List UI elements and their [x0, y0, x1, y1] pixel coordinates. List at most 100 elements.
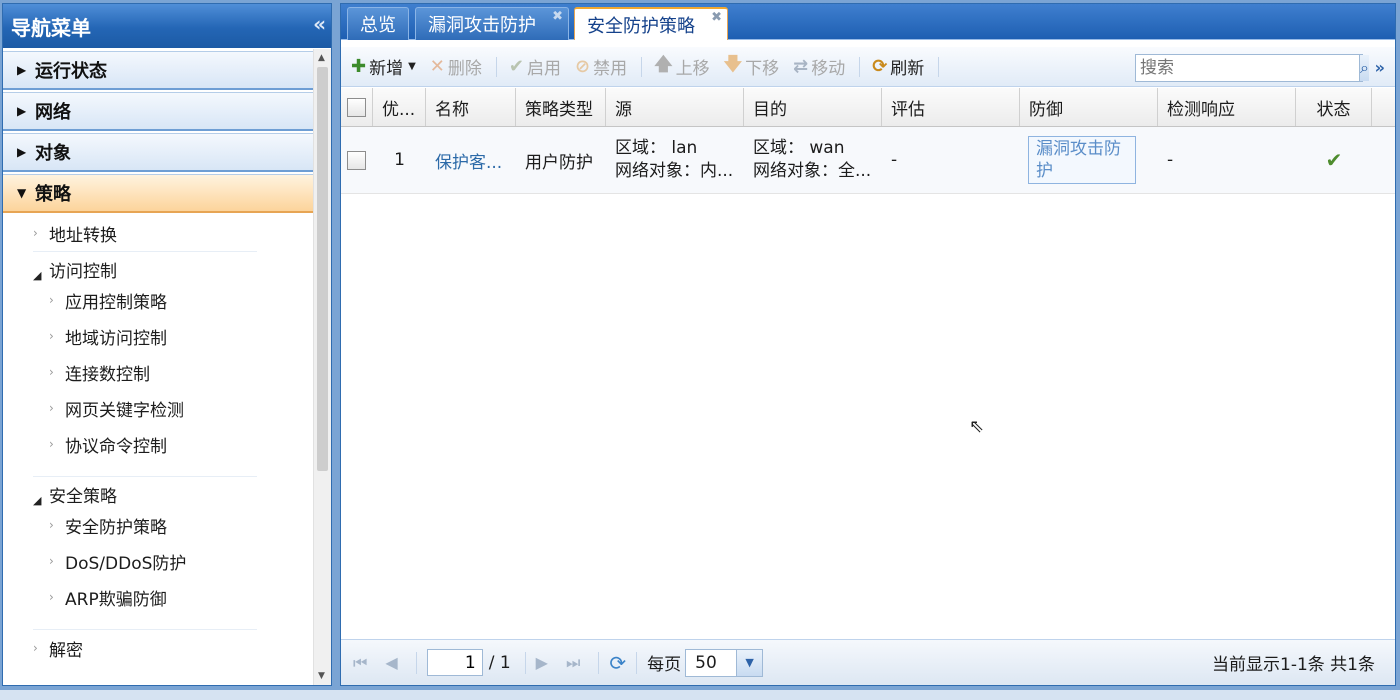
- toolbar-separator: [859, 56, 861, 77]
- page-size-select[interactable]: 50 ▼: [685, 648, 764, 677]
- cell-name: 保护客...: [426, 127, 516, 193]
- col-name[interactable]: 名称: [426, 88, 516, 126]
- table-row[interactable]: 1 保护客... 用户防护 区域： lan 网络对象：内... 区域： wan …: [341, 127, 1395, 194]
- total-pages: / 1: [488, 652, 511, 673]
- collapse-icon[interactable]: «: [313, 12, 326, 36]
- nav-group-security-policy[interactable]: ◢ 安全策略: [3, 477, 315, 507]
- move-down-button[interactable]: 🡇 下移: [724, 52, 780, 82]
- tab-vuln-protection[interactable]: 漏洞攻击防护 ✖: [415, 7, 569, 40]
- col-destination[interactable]: 目的: [744, 88, 882, 126]
- scrollbar-thumb[interactable]: [317, 67, 328, 471]
- status-enabled-icon[interactable]: ✔: [1326, 148, 1343, 172]
- search-input[interactable]: [1136, 55, 1359, 81]
- page-number-input[interactable]: [426, 649, 483, 676]
- disable-label: 禁用: [593, 59, 628, 79]
- nav-item-label: 地址转换: [49, 225, 117, 246]
- enable-button[interactable]: ✔ 启用: [509, 54, 561, 79]
- nav-item-security-protection[interactable]: › 安全防护策略: [3, 507, 315, 543]
- mouse-cursor-icon: ⇖: [969, 416, 985, 437]
- row-select-cell: [341, 127, 373, 193]
- move-up-label: 上移: [675, 59, 710, 79]
- col-status[interactable]: 状态: [1296, 88, 1372, 126]
- policy-name-link[interactable]: 保护客...: [435, 148, 502, 173]
- col-defense[interactable]: 防御: [1020, 88, 1158, 126]
- tab-security-policy[interactable]: 安全防护策略 ✖: [574, 7, 728, 40]
- pagination-bar: ⏮ ◀ / 1 ▶ ⏭ ⟳ 每页 50 ▼ 当前显示1-1条 共1条: [341, 639, 1395, 685]
- row-checkbox[interactable]: [347, 150, 366, 170]
- chevron-right-icon: ›: [49, 365, 54, 379]
- refresh-button[interactable]: ⟳ 刷新: [872, 54, 924, 79]
- next-page-icon[interactable]: ▶: [536, 653, 548, 672]
- pager-separator: [636, 651, 638, 674]
- col-type[interactable]: 策略类型: [516, 88, 606, 126]
- tab-overview[interactable]: 总览: [347, 7, 409, 40]
- add-label: 新增: [369, 59, 404, 79]
- nav-item-nat[interactable]: › 地址转换: [3, 215, 315, 251]
- col-detect[interactable]: 检测响应: [1158, 88, 1296, 126]
- enable-label: 启用: [526, 59, 561, 79]
- source-object: 网络对象：内...: [615, 161, 734, 181]
- caret-right-icon: ▶: [17, 145, 27, 159]
- nav-section-label: 运行状态: [35, 61, 107, 82]
- nav-section-policy[interactable]: ▼ 策略: [3, 174, 315, 213]
- col-priority[interactable]: 优...: [373, 88, 426, 126]
- add-button[interactable]: ✚ 新增 ▼: [351, 54, 416, 79]
- nav-section-label: 网络: [35, 102, 71, 123]
- disable-button[interactable]: ⊘ 禁用: [575, 54, 627, 79]
- nav-section-objects[interactable]: ▶ 对象: [3, 133, 315, 172]
- page-size-value: 50: [695, 652, 717, 673]
- select-all-checkbox[interactable]: [347, 97, 366, 117]
- chevron-right-icon: ›: [49, 518, 54, 532]
- nav-item-label: 协议命令控制: [65, 436, 167, 457]
- cell-detect: -: [1167, 150, 1174, 170]
- nav-item-arp[interactable]: › ARP欺骗防御: [3, 579, 315, 615]
- dropdown-arrow-icon: ▼: [408, 61, 416, 72]
- nav-item-connection-limit[interactable]: › 连接数控制: [3, 354, 315, 390]
- arrow-down-icon: 🡇: [723, 53, 743, 75]
- delete-label: 删除: [447, 59, 482, 79]
- navigation-sidebar: 导航菜单 « ▶ 运行状态 ▶ 网络 ▶ 对象 ▼ 策略 › 地址转换 ◢ 访问…: [2, 3, 332, 686]
- scroll-down-icon[interactable]: ▼: [318, 671, 325, 681]
- refresh-icon[interactable]: ⟳: [609, 651, 626, 675]
- nav-group-label: 安全策略: [49, 487, 117, 507]
- tab-label: 漏洞攻击防护: [428, 15, 536, 36]
- nav-group-access-control[interactable]: ◢ 访问控制: [3, 252, 315, 282]
- caret-expanded-icon: ◢: [33, 494, 42, 507]
- caret-expanded-icon: ◢: [33, 269, 42, 282]
- chevron-down-icon[interactable]: ▼: [736, 649, 763, 676]
- arrow-up-icon: 🡅: [654, 53, 673, 75]
- last-page-icon[interactable]: ⏭: [566, 653, 580, 673]
- nav-item-app-control[interactable]: › 应用控制策略: [3, 282, 315, 318]
- search-icon[interactable]: ⌕: [1359, 55, 1369, 81]
- table-header: 优... 名称 策略类型 源 目的 评估 防御 检测响应 状态: [341, 88, 1395, 127]
- move-button[interactable]: ⇄ 移动: [793, 54, 845, 79]
- scroll-up-icon[interactable]: ▲: [318, 53, 325, 63]
- nav-item-ddos[interactable]: › DoS/DDoS防护: [3, 543, 315, 579]
- move-icon: ⇄: [793, 56, 809, 77]
- main-panel: 总览 漏洞攻击防护 ✖ 安全防护策略 ✖ ✚ 新增 ▼ ✕ 删除 ✔ 启用 ⊘ …: [340, 3, 1396, 686]
- nav-item-keyword-detect[interactable]: › 网页关键字检测: [3, 390, 315, 426]
- cell-type: 用户防护: [525, 152, 593, 173]
- nav-item-protocol-command[interactable]: › 协议命令控制: [3, 426, 315, 462]
- move-up-button[interactable]: 🡅 上移: [654, 52, 710, 82]
- nav-tree: ▶ 运行状态 ▶ 网络 ▶ 对象 ▼ 策略 › 地址转换 ◢ 访问控制 › 应用…: [3, 49, 315, 685]
- more-icon[interactable]: »: [1375, 58, 1385, 77]
- close-icon[interactable]: ✖: [552, 9, 563, 24]
- col-assess[interactable]: 评估: [882, 88, 1020, 126]
- delete-button[interactable]: ✕ 删除: [430, 54, 482, 79]
- tab-label: 总览: [360, 15, 396, 36]
- close-icon[interactable]: ✖: [711, 10, 722, 25]
- cell-priority: 1: [394, 150, 405, 170]
- nav-item-decrypt[interactable]: › 解密: [3, 630, 315, 666]
- nav-section-status[interactable]: ▶ 运行状态: [3, 51, 315, 90]
- nav-item-geo-access[interactable]: › 地域访问控制: [3, 318, 315, 354]
- col-source[interactable]: 源: [606, 88, 744, 126]
- sidebar-scrollbar[interactable]: ▲ ▼: [313, 49, 331, 685]
- first-page-icon[interactable]: ⏮: [353, 653, 367, 673]
- prev-page-icon[interactable]: ◀: [385, 653, 397, 672]
- nav-header: 导航菜单 «: [3, 4, 331, 48]
- nav-section-network[interactable]: ▶ 网络: [3, 92, 315, 131]
- select-all-cell: [341, 88, 373, 126]
- defense-link[interactable]: 漏洞攻击防护: [1028, 136, 1136, 184]
- nav-title: 导航菜单: [11, 15, 91, 40]
